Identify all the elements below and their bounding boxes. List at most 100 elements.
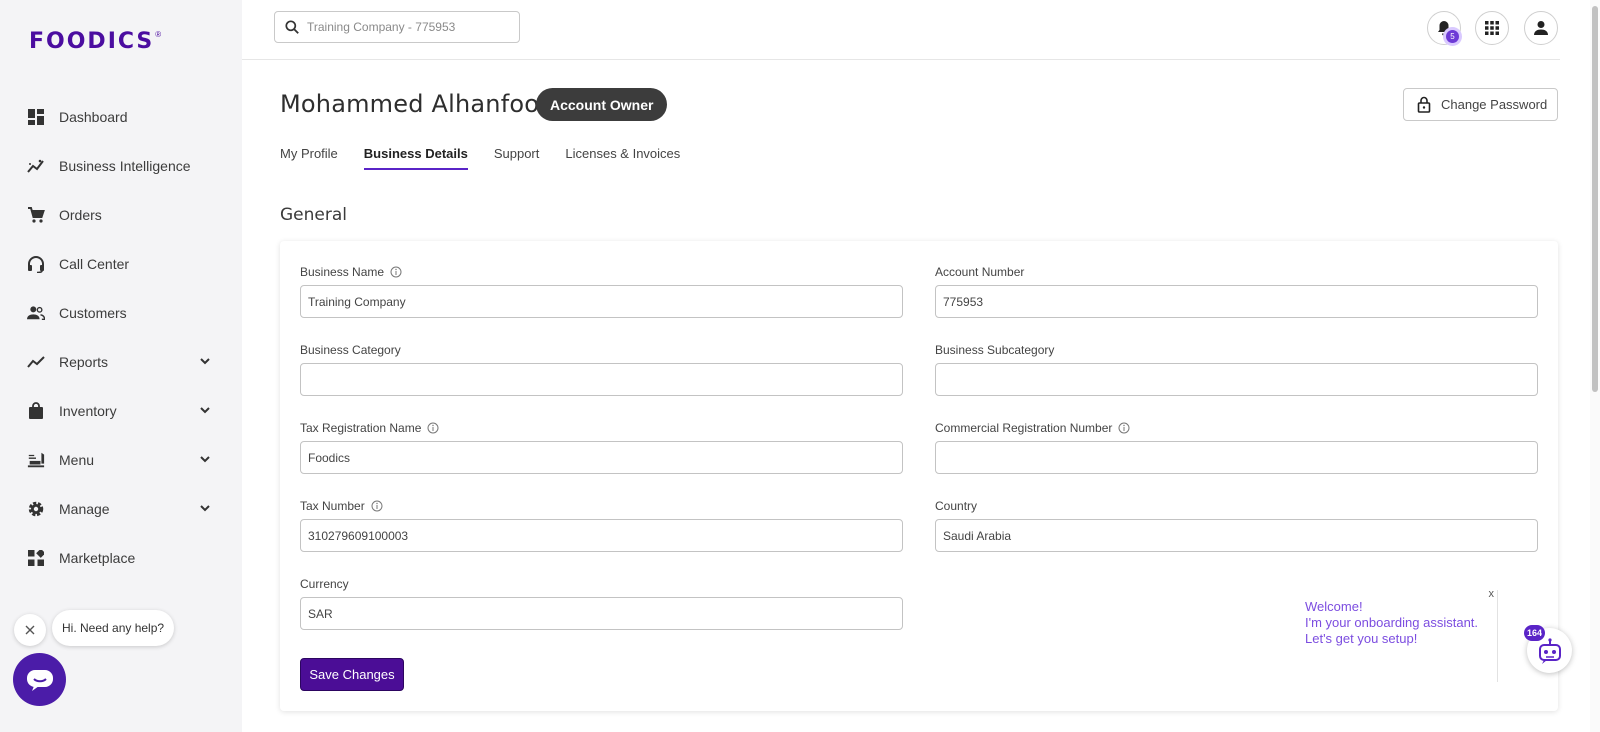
search-icon	[285, 20, 299, 34]
business-category-input[interactable]	[300, 363, 903, 396]
help-close-button[interactable]	[14, 614, 46, 646]
info-icon[interactable]	[390, 266, 402, 278]
notification-count-badge: 5	[1446, 30, 1459, 43]
sidebar-item-label: Dashboard	[59, 108, 128, 125]
country-select[interactable]	[935, 519, 1538, 552]
commercial-registration-number-input[interactable]	[935, 441, 1538, 474]
foodics-logo[interactable]: FOODICS ®	[29, 29, 162, 54]
business-search[interactable]	[274, 11, 520, 43]
currency-field: Currency	[300, 576, 903, 630]
notifications-button[interactable]: 5	[1427, 11, 1461, 45]
info-icon[interactable]	[371, 500, 383, 512]
business-name-input[interactable]	[300, 285, 903, 318]
business-category-label: Business Category	[300, 343, 401, 357]
sidebar-nav: Dashboard Business Intelligence Orders C…	[0, 92, 242, 582]
save-changes-button[interactable]: Save Changes	[300, 658, 404, 691]
commercial-registration-number-label: Commercial Registration Number	[935, 421, 1113, 435]
business-subcategory-input[interactable]	[935, 363, 1538, 396]
sidebar-item-marketplace[interactable]: Marketplace	[0, 533, 242, 582]
info-icon[interactable]	[1118, 422, 1130, 434]
tax-registration-name-input[interactable]	[300, 441, 903, 474]
dashboard-icon	[27, 108, 45, 126]
business-name-label: Business Name	[300, 265, 385, 279]
close-icon	[25, 625, 35, 635]
business-name-label-row: Business Name	[300, 264, 903, 280]
tab-licenses-invoices[interactable]: Licenses & Invoices	[565, 146, 680, 170]
tab-business-details[interactable]: Business Details	[363, 146, 468, 170]
account-number-input[interactable]	[935, 285, 1538, 318]
user-menu-button[interactable]	[1524, 11, 1558, 45]
business-subcategory-label: Business Subcategory	[935, 343, 1055, 357]
tax-registration-name-field: Tax Registration Name	[300, 420, 903, 474]
cart-icon	[27, 206, 45, 224]
business-name-field: Business Name	[300, 264, 903, 318]
sidebar-item-label: Business Intelligence	[59, 157, 191, 174]
sidebar-item-inventory[interactable]: Inventory	[0, 386, 242, 435]
onboarding-line-1: Welcome!	[1305, 599, 1363, 614]
gear-icon	[27, 500, 45, 518]
sidebar: FOODICS ® Dashboard Business Intelligenc…	[0, 0, 242, 732]
profile-tabs: My Profile Business Details Support Lice…	[280, 146, 706, 170]
tax-number-field: Tax Number	[300, 498, 903, 552]
top-bar: 5	[242, 0, 1560, 60]
sidebar-item-label: Marketplace	[59, 549, 136, 566]
commercial-registration-number-field: Commercial Registration Number	[935, 420, 1538, 474]
sidebar-item-label: Call Center	[59, 255, 130, 272]
currency-label-row: Currency	[300, 576, 903, 592]
apps-grid-icon	[1485, 21, 1499, 35]
sidebar-item-orders[interactable]: Orders	[0, 190, 242, 239]
business-subcategory-field: Business Subcategory	[935, 342, 1538, 396]
tax-number-label-row: Tax Number	[300, 498, 903, 514]
currency-label: Currency	[300, 577, 349, 591]
user-icon	[1534, 21, 1548, 35]
onboarding-line-2: I'm your onboarding assistant.	[1305, 615, 1479, 630]
sidebar-item-dashboard[interactable]: Dashboard	[0, 92, 242, 141]
chevron-down-icon[interactable]	[198, 403, 212, 417]
country-field: Country	[935, 498, 1538, 552]
currency-select[interactable]	[300, 597, 903, 630]
lock-icon	[1417, 96, 1431, 113]
change-password-label: Change Password	[1441, 97, 1548, 112]
tab-support[interactable]: Support	[494, 146, 540, 170]
sidebar-item-menu[interactable]: Menu	[0, 435, 242, 484]
bag-icon	[27, 401, 45, 420]
sidebar-item-label: Customers	[59, 304, 127, 321]
chevron-down-icon[interactable]	[198, 501, 212, 515]
tab-my-profile[interactable]: My Profile	[280, 146, 338, 170]
change-password-button[interactable]: Change Password	[1403, 88, 1558, 121]
onboarding-close-button[interactable]: x	[1489, 588, 1495, 600]
section-title: General	[280, 205, 347, 225]
widgets-icon	[27, 549, 45, 567]
chevron-down-icon[interactable]	[198, 354, 212, 368]
scrollbar-thumb[interactable]	[1592, 6, 1598, 392]
search-input[interactable]	[307, 20, 507, 34]
onboarding-message: Welcome! I'm your onboarding assistant. …	[1305, 599, 1478, 647]
trending-icon	[27, 353, 45, 371]
apps-button[interactable]	[1475, 11, 1509, 45]
page-scrollbar[interactable]	[1590, 0, 1600, 732]
help-bubble[interactable]: Hi. Need any help?	[52, 610, 175, 646]
tax-registration-name-label-row: Tax Registration Name	[300, 420, 903, 436]
country-label-row: Country	[935, 498, 1538, 514]
sidebar-item-label: Manage	[59, 500, 110, 517]
sidebar-item-reports[interactable]: Reports	[0, 337, 242, 386]
sidebar-item-manage[interactable]: Manage	[0, 484, 242, 533]
chat-icon	[26, 669, 53, 691]
menu-food-icon	[27, 451, 45, 469]
sidebar-item-call-center[interactable]: Call Center	[0, 239, 242, 288]
people-icon	[27, 304, 45, 322]
robot-icon	[1538, 637, 1561, 664]
sidebar-item-label: Reports	[59, 353, 109, 370]
sidebar-item-label: Orders	[59, 206, 102, 223]
chevron-down-icon[interactable]	[198, 452, 212, 466]
role-badge: Account Owner	[536, 88, 668, 121]
tax-number-input[interactable]	[300, 519, 903, 552]
logo-registered-mark: ®	[155, 30, 162, 39]
commercial-registration-number-label-row: Commercial Registration Number	[935, 420, 1538, 436]
info-icon[interactable]	[427, 422, 439, 434]
chat-launcher-button[interactable]	[13, 653, 66, 706]
tax-number-label: Tax Number	[300, 499, 365, 513]
business-category-label-row: Business Category	[300, 342, 903, 358]
sidebar-item-customers[interactable]: Customers	[0, 288, 242, 337]
sidebar-item-business-intelligence[interactable]: Business Intelligence	[0, 141, 242, 190]
